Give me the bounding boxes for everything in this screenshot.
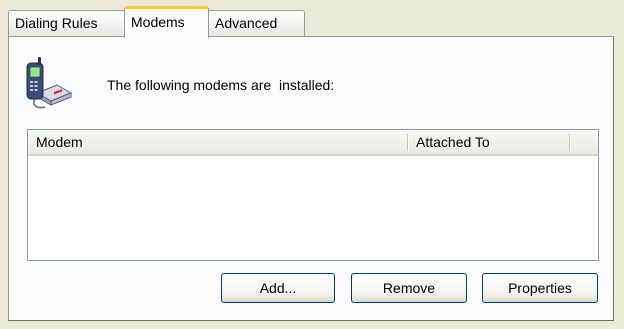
modem-list[interactable]: Modem Attached To — [27, 129, 599, 261]
tab-dialing-rules[interactable]: Dialing Rules — [8, 10, 125, 37]
modem-list-body[interactable] — [28, 156, 598, 260]
modems-installed-label: The following modems are installed: — [107, 77, 335, 93]
modems-tab-panel: The following modems are installed: Mode… — [8, 36, 614, 321]
column-divider[interactable] — [569, 134, 570, 151]
properties-button[interactable]: Properties — [482, 273, 598, 303]
tab-dialing-rules-label: Dialing Rules — [15, 15, 98, 31]
add-button[interactable]: Add... — [221, 273, 335, 303]
column-header-modem[interactable]: Modem — [28, 130, 408, 154]
phone-and-modem-options-dialog: Dialing Rules Modems Advanced The follow… — [0, 0, 624, 329]
modem-phone-icon — [26, 57, 73, 109]
column-header-attached-to[interactable]: Attached To — [408, 130, 570, 154]
modem-list-header: Modem Attached To — [28, 130, 598, 156]
tab-strip: Dialing Rules Modems Advanced — [8, 6, 608, 38]
remove-button[interactable]: Remove — [351, 273, 467, 303]
tab-modems-label: Modems — [131, 14, 185, 30]
tab-advanced-label: Advanced — [215, 15, 278, 31]
tab-advanced[interactable]: Advanced — [208, 10, 305, 37]
tab-modems[interactable]: Modems — [124, 6, 209, 38]
